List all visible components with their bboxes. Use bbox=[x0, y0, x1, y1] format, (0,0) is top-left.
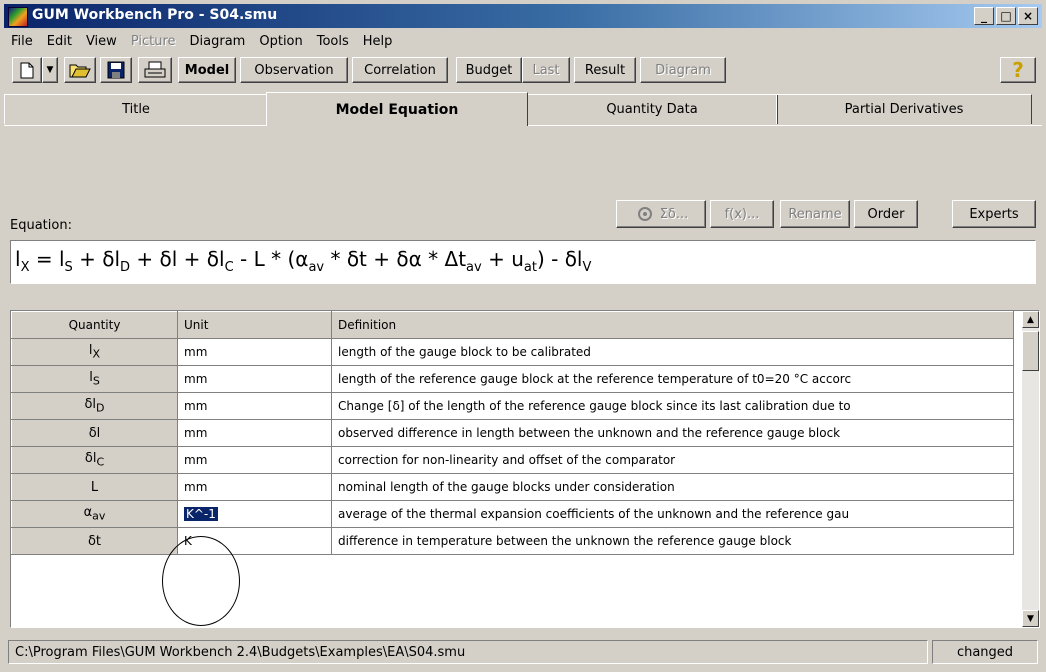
definition-cell[interactable]: observed difference in length between th… bbox=[331, 419, 1014, 447]
selected-unit-text[interactable]: K^-1 bbox=[184, 507, 218, 521]
scroll-thumb[interactable] bbox=[1022, 331, 1039, 371]
experts-button[interactable]: Experts bbox=[952, 200, 1036, 228]
table-row[interactable]: δt K difference in temperature between t… bbox=[11, 527, 1014, 555]
definition-cell[interactable]: average of the thermal expansion coeffic… bbox=[331, 500, 1014, 528]
menu-option[interactable]: Option bbox=[252, 34, 309, 49]
toolbar: ▼ Model Observation Correlation Budget L… bbox=[4, 54, 1042, 88]
quantity-cell[interactable]: δt bbox=[11, 527, 178, 555]
unit-cell[interactable]: mm bbox=[177, 473, 332, 501]
table-row[interactable]: lS mm length of the reference gauge bloc… bbox=[11, 365, 1014, 393]
status-bar: C:\Program Files\GUM Workbench 2.4\Budge… bbox=[4, 638, 1042, 666]
scroll-down-button[interactable]: ▼ bbox=[1022, 610, 1039, 627]
definition-cell[interactable]: correction for non-linearity and offset … bbox=[331, 446, 1014, 474]
tab-model-equation[interactable]: Model Equation bbox=[266, 92, 528, 126]
table-row[interactable]: L mm nominal length of the gauge blocks … bbox=[11, 473, 1014, 501]
tab-partial-derivatives[interactable]: Partial Derivatives bbox=[776, 94, 1032, 124]
definition-cell[interactable]: difference in temperature between the un… bbox=[331, 527, 1014, 555]
definition-cell[interactable]: Change [δ] of the length of the referenc… bbox=[331, 392, 1014, 420]
new-dropdown-button[interactable]: ▼ bbox=[42, 57, 58, 83]
column-header-definition[interactable]: Definition bbox=[331, 311, 1014, 339]
quantity-cell[interactable]: lS bbox=[11, 365, 178, 393]
app-icon[interactable] bbox=[8, 7, 28, 27]
quantity-table: Quantity Unit Definition lX mm length of… bbox=[11, 311, 1014, 555]
application-window: GUM Workbench Pro - S04.smu _ □ × File E… bbox=[0, 0, 1046, 672]
open-button[interactable] bbox=[64, 57, 96, 83]
vertical-scrollbar[interactable]: ▲ ▼ bbox=[1022, 311, 1039, 627]
unit-cell[interactable]: mm bbox=[177, 392, 332, 420]
correlation-button[interactable]: Correlation bbox=[352, 57, 448, 83]
menu-picture[interactable]: Picture bbox=[124, 34, 183, 49]
quantity-cell[interactable]: δl bbox=[11, 419, 178, 447]
maximize-button[interactable]: □ bbox=[996, 7, 1016, 25]
quantity-cell[interactable]: L bbox=[11, 473, 178, 501]
menu-help[interactable]: Help bbox=[356, 34, 400, 49]
new-file-icon bbox=[20, 62, 34, 78]
equation-label: Equation: bbox=[10, 218, 72, 233]
menu-edit[interactable]: Edit bbox=[40, 34, 79, 49]
chevron-down-icon: ▼ bbox=[46, 65, 54, 75]
title-bar[interactable]: GUM Workbench Pro - S04.smu _ □ × bbox=[4, 4, 1042, 28]
order-button[interactable]: Order bbox=[854, 200, 918, 228]
definition-cell[interactable]: length of the gauge block to be calibrat… bbox=[331, 338, 1014, 366]
save-button[interactable] bbox=[100, 57, 132, 83]
definition-cell[interactable]: length of the reference gauge block at t… bbox=[331, 365, 1014, 393]
quantity-cell[interactable]: δlD bbox=[11, 392, 178, 420]
table-row[interactable]: δlC mm correction for non-linearity and … bbox=[11, 446, 1014, 474]
menu-file[interactable]: File bbox=[4, 34, 40, 49]
table-row[interactable]: δl mm observed difference in length betw… bbox=[11, 419, 1014, 447]
help-button[interactable]: ? bbox=[1000, 57, 1036, 83]
column-header-unit[interactable]: Unit bbox=[177, 311, 332, 339]
table-header-row: Quantity Unit Definition bbox=[11, 311, 1014, 339]
last-button[interactable]: Last bbox=[522, 57, 570, 83]
open-folder-icon bbox=[69, 64, 91, 77]
unit-cell-selected[interactable]: K^-1 bbox=[177, 500, 332, 528]
quantity-cell[interactable]: lX bbox=[11, 338, 178, 366]
tab-quantity-data[interactable]: Quantity Data bbox=[526, 94, 778, 124]
gear-icon bbox=[637, 207, 652, 221]
menu-diagram[interactable]: Diagram bbox=[183, 34, 253, 49]
quantity-cell[interactable]: αav bbox=[11, 500, 178, 528]
table-row[interactable]: lX mm length of the gauge block to be ca… bbox=[11, 338, 1014, 366]
budget-button[interactable]: Budget bbox=[456, 57, 522, 83]
tab-title[interactable]: Title bbox=[4, 94, 268, 124]
close-button[interactable]: × bbox=[1018, 7, 1038, 25]
status-file-path: C:\Program Files\GUM Workbench 2.4\Budge… bbox=[8, 640, 928, 664]
quantity-cell[interactable]: δlC bbox=[11, 446, 178, 474]
rename-button[interactable]: Rename bbox=[780, 200, 850, 228]
sigma-delta-button[interactable]: Σδ... bbox=[616, 200, 706, 228]
help-question-icon: ? bbox=[1012, 58, 1024, 82]
result-button[interactable]: Result bbox=[574, 57, 636, 83]
scroll-up-button[interactable]: ▲ bbox=[1022, 311, 1039, 328]
status-state: changed bbox=[932, 640, 1038, 664]
menu-tools[interactable]: Tools bbox=[310, 34, 356, 49]
print-button[interactable] bbox=[138, 57, 172, 83]
new-file-button[interactable] bbox=[12, 57, 42, 83]
floppy-disk-icon bbox=[107, 61, 125, 79]
unit-cell[interactable]: K bbox=[177, 527, 332, 555]
observation-button[interactable]: Observation bbox=[240, 57, 348, 83]
definition-cell[interactable]: nominal length of the gauge blocks under… bbox=[331, 473, 1014, 501]
unit-cell[interactable]: mm bbox=[177, 419, 332, 447]
model-button[interactable]: Model bbox=[178, 57, 236, 83]
model-equation-field[interactable]: lX = lS + δlD + δl + δlC - L * (αav * δt… bbox=[10, 240, 1036, 284]
window-title: GUM Workbench Pro - S04.smu bbox=[32, 7, 278, 23]
quantity-grid: Quantity Unit Definition lX mm length of… bbox=[10, 310, 1040, 628]
arrow-up-icon: ▲ bbox=[1027, 314, 1034, 325]
printer-icon bbox=[144, 61, 166, 78]
column-header-quantity[interactable]: Quantity bbox=[11, 311, 178, 339]
unit-cell[interactable]: mm bbox=[177, 446, 332, 474]
function-button[interactable]: f(x)... bbox=[710, 200, 774, 228]
sigma-delta-label: Σδ... bbox=[659, 206, 689, 222]
diagram-button[interactable]: Diagram bbox=[640, 57, 726, 83]
table-row[interactable]: αav K^-1 average of the thermal expansio… bbox=[11, 500, 1014, 528]
unit-cell[interactable]: mm bbox=[177, 338, 332, 366]
minimize-button[interactable]: _ bbox=[974, 7, 994, 25]
tab-bar: Title Model Equation Quantity Data Parti… bbox=[4, 92, 1042, 126]
menu-view[interactable]: View bbox=[79, 34, 124, 49]
unit-cell[interactable]: mm bbox=[177, 365, 332, 393]
menu-bar: File Edit View Picture Diagram Option To… bbox=[4, 30, 399, 52]
arrow-down-icon: ▼ bbox=[1027, 613, 1034, 624]
table-row[interactable]: δlD mm Change [δ] of the length of the r… bbox=[11, 392, 1014, 420]
